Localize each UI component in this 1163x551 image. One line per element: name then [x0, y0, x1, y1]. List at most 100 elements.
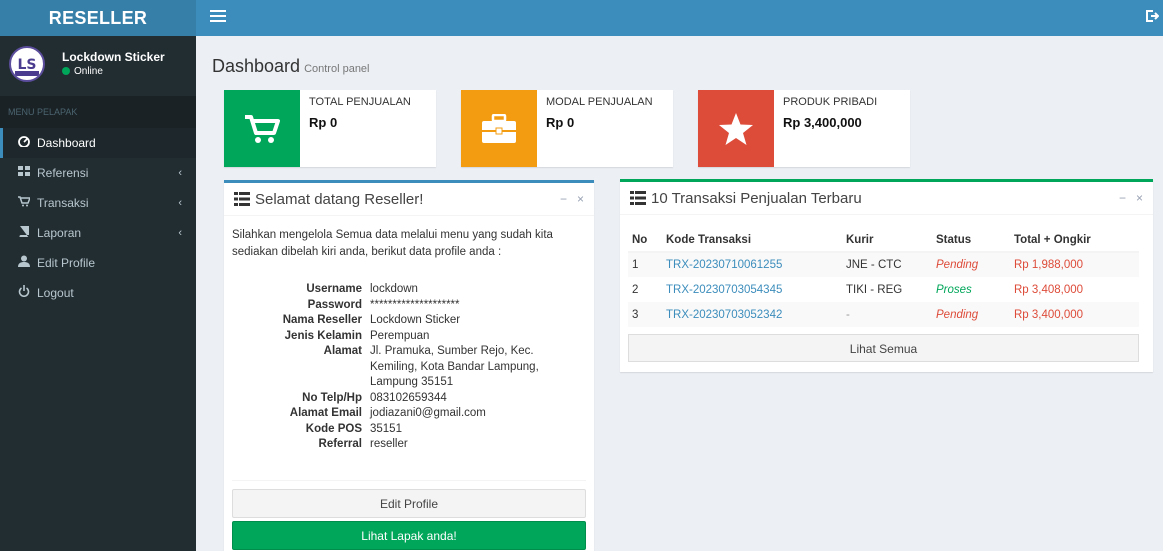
stat-value: Rp 0: [546, 115, 575, 130]
welcome-box: Selamat datang Reseller! − × Silahkan men…: [224, 180, 594, 551]
cell-total: Rp 1,988,000: [1010, 252, 1139, 277]
cell-kurir: -: [842, 302, 932, 327]
profile-key: Referral: [318, 438, 362, 450]
profile-value: Lockdown Sticker: [370, 314, 461, 326]
stat-modal-penjualan: MODAL PENJUALAN Rp 0: [461, 90, 673, 167]
box-tools: − ×: [550, 192, 584, 206]
sidebar: LS Lockdown Sticker Online MENU PELAPAK …: [0, 36, 196, 551]
profile-key: Nama Reseller: [282, 314, 362, 326]
dashboard-icon: [17, 128, 31, 158]
col-kode: Kode Transaksi: [662, 228, 842, 253]
menu-header: MENU PELAPAK: [0, 96, 196, 128]
stat-label: PRODUK PRIBADI: [783, 96, 878, 108]
close-icon[interactable]: ×: [1136, 191, 1143, 205]
stat-label: MODAL PENJUALAN: [546, 96, 653, 108]
minimize-icon[interactable]: −: [560, 192, 567, 206]
user-icon: [17, 248, 31, 278]
stat-total-penjualan: TOTAL PENJUALAN Rp 0: [224, 90, 436, 167]
profile-row: Referral reseller: [224, 437, 550, 453]
col-status: Status: [932, 228, 1010, 253]
profile-value: reseller: [370, 438, 408, 450]
sidebar-item-laporan[interactable]: Laporan ‹: [0, 218, 196, 248]
edit-profile-button[interactable]: Edit Profile: [232, 489, 586, 518]
stat-produk-pribadi: PRODUK PRIBADI Rp 3,400,000: [698, 90, 910, 167]
lihat-lapak-button[interactable]: Lihat Lapak anda!: [232, 521, 586, 550]
profile-row: No Telp/Hp 083102659344: [224, 391, 550, 407]
box-tools: − ×: [1109, 191, 1143, 205]
sidebar-item-dashboard[interactable]: Dashboard: [0, 128, 196, 158]
user-panel: LS Lockdown Sticker Online: [0, 36, 196, 96]
app-logo[interactable]: RESELLER: [0, 0, 196, 36]
profile-key: No Telp/Hp: [302, 391, 362, 404]
box-title: Selamat datang Reseller!: [234, 191, 423, 210]
briefcase-icon: [461, 90, 537, 167]
sidebar-item-edit-profile[interactable]: Edit Profile: [0, 248, 196, 278]
profile-value: ********************: [370, 298, 460, 311]
cell-kurir: JNE - CTC: [842, 252, 932, 277]
col-kurir: Kurir: [842, 228, 932, 253]
profile-key: Alamat: [323, 345, 362, 357]
profile-value: Jl. Pramuka, Sumber Rejo, Kec. Kemiling,…: [370, 345, 539, 388]
cart-icon: [224, 90, 300, 167]
signout-icon[interactable]: [1145, 9, 1159, 23]
profile-value: jodiazani0@gmail.com: [370, 407, 486, 419]
top-navbar: [196, 0, 1163, 36]
table-row: 2 TRX-20230703054345 TIKI - REG Proses R…: [628, 277, 1139, 302]
minimize-icon[interactable]: −: [1119, 191, 1126, 205]
welcome-text: Silahkan mengelola Semua data melalui me…: [232, 229, 553, 258]
profile-key: Username: [306, 283, 362, 295]
cell-kurir: TIKI - REG: [846, 283, 903, 296]
box-header: 10 Transaksi Penjualan Terbaru − ×: [620, 182, 1153, 215]
avatar: LS: [9, 46, 45, 82]
table-row: 3 TRX-20230703052342 - Pending Rp 3,400,…: [628, 302, 1139, 327]
transaction-link[interactable]: TRX-20230703054345: [662, 277, 842, 302]
grid-icon: [17, 158, 31, 188]
status-badge: Proses: [936, 283, 972, 296]
chevron-left-icon: ‹: [178, 167, 182, 179]
stat-value: Rp 0: [309, 115, 338, 130]
profile-row: Username lockdown: [224, 282, 550, 298]
chevron-left-icon: ‹: [178, 227, 182, 239]
cell-total: Rp 3,400,000: [1010, 302, 1139, 327]
sidebar-item-logout[interactable]: Logout: [0, 278, 196, 308]
star-icon: [698, 90, 774, 167]
book-icon: [17, 218, 31, 248]
profile-row: Alamat Jl. Pramuka, Sumber Rejo, Kec. Kem…: [224, 344, 550, 391]
profile-value: 083102659344: [370, 391, 447, 404]
profile-row: Nama Reseller Lockdown Sticker: [224, 313, 550, 329]
profile-row: Kode POS 35151: [224, 422, 550, 438]
main-content: Dashboard Control panel TOTAL PENJUALAN R…: [196, 36, 1163, 551]
user-status: Online: [62, 66, 103, 77]
transaction-link[interactable]: TRX-20230710061255: [662, 252, 842, 277]
menu-toggle-icon[interactable]: [210, 10, 226, 24]
profile-row: Password ********************: [224, 298, 550, 314]
cell-no: 2: [632, 283, 639, 296]
stat-value: Rp 3,400,000: [783, 115, 862, 130]
profile-key: Password: [307, 298, 362, 311]
status-badge: Pending: [932, 302, 1010, 327]
lihat-semua-button[interactable]: Lihat Semua: [628, 334, 1139, 362]
sidebar-item-referensi[interactable]: Referensi ‹: [0, 158, 196, 188]
close-icon[interactable]: ×: [577, 192, 584, 206]
cell-total: Rp 3,408,000: [1014, 283, 1084, 296]
profile-key: Jenis Kelamin: [284, 329, 362, 342]
profile-key: Alamat Email: [289, 407, 362, 419]
profile-key: Kode POS: [305, 422, 362, 435]
power-icon: [17, 278, 31, 308]
profile-row: Alamat Email jodiazani0@gmail.com: [224, 406, 550, 422]
chevron-left-icon: ‹: [178, 197, 182, 209]
transactions-table: No Kode Transaksi Kurir Status Total + O…: [628, 228, 1139, 327]
table-row: 1 TRX-20230710061255 JNE - CTC Pending R…: [628, 252, 1139, 277]
cart-icon: [17, 188, 32, 218]
profile-row: Jenis Kelamin Perempuan: [224, 329, 550, 345]
stat-label: TOTAL PENJUALAN: [309, 96, 411, 108]
transaction-link[interactable]: TRX-20230703052342: [662, 302, 842, 327]
svg-text:LS: LS: [17, 57, 36, 73]
sidebar-item-transaksi[interactable]: Transaksi ‹: [0, 188, 196, 218]
box-title: 10 Transaksi Penjualan Terbaru: [630, 190, 862, 209]
list-icon: [234, 192, 250, 210]
col-total: Total + Ongkir: [1010, 228, 1139, 253]
list-icon: [630, 191, 646, 209]
table-header-row: No Kode Transaksi Kurir Status Total + O…: [628, 228, 1139, 253]
col-no: No: [628, 228, 662, 253]
